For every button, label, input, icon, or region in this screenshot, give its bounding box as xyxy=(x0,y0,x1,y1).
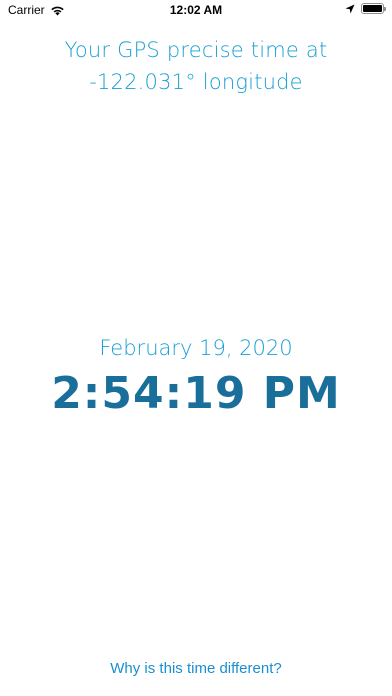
header-title-line1: Your GPS precise time at xyxy=(64,38,328,62)
battery-icon xyxy=(361,3,386,14)
status-time: 12:02 AM xyxy=(169,3,223,17)
header-longitude-line: -122.031° longitude xyxy=(89,70,303,94)
why-time-different-link[interactable]: Why is this time different? xyxy=(0,660,392,677)
status-bar: Carrier 12:02 AM xyxy=(0,0,392,20)
date-display: February 19, 2020 xyxy=(99,336,293,360)
time-display: 2:54:19 PM xyxy=(51,368,341,419)
status-right xyxy=(345,3,386,14)
battery-fill xyxy=(363,5,382,12)
location-arrow-icon xyxy=(345,4,355,14)
